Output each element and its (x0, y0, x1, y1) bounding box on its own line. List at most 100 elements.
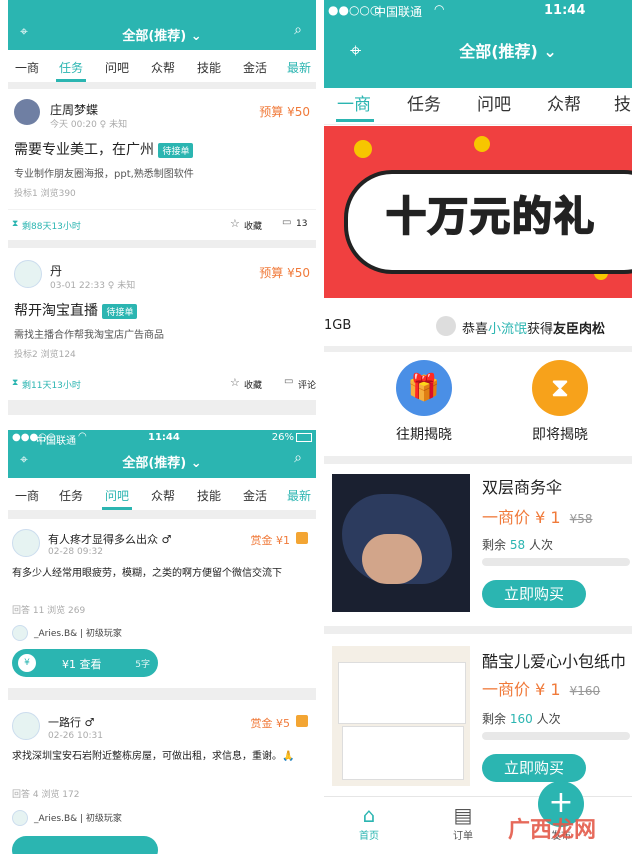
separator (8, 240, 316, 248)
tab-skill[interactable]: 技能 (194, 59, 224, 76)
comment-icon[interactable]: ▭ (284, 376, 293, 387)
location-icon[interactable]: ⌖ (350, 38, 361, 62)
question-card[interactable]: 一路行 ♂ 02-26 10:31 赏金 ¥5 求找深圳宝安石岩附近整栋房屋，可… (8, 700, 316, 854)
separator (8, 511, 316, 519)
nav-bar: ●●●○○ 中国联通 ◠ 11:44 26% ⌖ 全部(推荐) ⌄ ⌕ (8, 430, 316, 478)
chevron-down-icon: ⌄ (543, 42, 557, 61)
category-tabs: 一商 任务 问吧 众帮 技 (324, 88, 632, 125)
wifi-icon: ◠ (434, 2, 445, 16)
nav-title-text: 全部(推荐) (122, 29, 187, 44)
document-icon: ▤ (453, 803, 473, 827)
tab-skill[interactable]: 技能 (194, 487, 224, 504)
avatar (12, 529, 40, 557)
tab-zhongbang[interactable]: 众帮 (148, 487, 178, 504)
tab-yishang[interactable]: 一商 (12, 59, 42, 76)
product-card[interactable]: 双层商务伞 一商价 ¥ 1 ¥58 剩余 58 人次 立即购买 (324, 464, 632, 624)
upcoming-reveal-button[interactable]: ⧗ 即将揭晓 (520, 360, 600, 450)
tab-jinhuo[interactable]: 金活 (240, 487, 270, 504)
hourglass-icon: ⧗ (12, 378, 19, 388)
view-answer-button[interactable] (12, 836, 158, 854)
past-reveal-label: 往期揭晓 (396, 427, 452, 443)
nav-home[interactable]: ⌂ 首页 (344, 803, 394, 851)
nav-title[interactable]: 全部(推荐) ⌄ (8, 25, 316, 44)
category-tabs: 一商 任务 问吧 众帮 技能 金活 最新 (8, 50, 316, 83)
nav-title-text: 全部(推荐) (122, 456, 187, 471)
tab-yishang[interactable]: 一商 (334, 90, 374, 115)
tab-task[interactable]: 任务 (404, 90, 444, 115)
tab-wenba[interactable]: 问吧 (474, 90, 514, 115)
tab-zhongbang[interactable]: 众帮 (148, 59, 178, 76)
separator (8, 400, 316, 415)
nav-title[interactable]: 全部(推荐) ⌄ (8, 452, 316, 471)
separator (324, 456, 632, 464)
search-icon[interactable]: ⌕ (294, 450, 302, 466)
time-remaining: 剩11天13小时 (22, 381, 81, 391)
tissue-box-shape (338, 662, 466, 724)
battery-label: 26% (271, 432, 294, 443)
search-icon[interactable]: ⌕ (294, 22, 302, 38)
task-stats: 投标2 浏览124 (14, 350, 76, 360)
tab-latest[interactable]: 最新 (284, 487, 314, 504)
task-footer: ⧗ 剩88天13小时 ☆ 收藏 ▭ 13 (8, 209, 316, 238)
avatar (14, 260, 42, 288)
status-bar: ●●○○○ 中国联通 ◠ 11:44 (324, 0, 632, 22)
product-name[interactable]: 双层商务伞 (482, 474, 562, 498)
gift-icon: 🎁 (396, 360, 452, 416)
nav-title-text: 全部(推荐) (459, 42, 538, 61)
promo-banner[interactable]: 十万元的礼 (324, 126, 632, 298)
status-badge: 待接单 (102, 304, 138, 319)
past-reveal-button[interactable]: 🎁 往期揭晓 (384, 360, 464, 450)
marquee-verb: 获得 (527, 322, 554, 337)
signal-icon: ●●○○○ (328, 3, 381, 17)
product-name[interactable]: 酷宝儿爱心小包纸巾 (482, 648, 626, 672)
tab-skill[interactable]: 技 (614, 90, 632, 115)
hourglass-icon: ⧗ (532, 360, 588, 416)
medal-icon (296, 715, 308, 727)
comment-icon[interactable]: ▭ (282, 217, 291, 228)
favorite-button[interactable]: 收藏 (244, 378, 262, 391)
tab-zhongbang[interactable]: 众帮 (544, 90, 584, 115)
tab-jinhuo[interactable]: 金活 (240, 59, 270, 76)
active-tab-underline (102, 507, 132, 510)
tab-latest[interactable]: 最新 (284, 59, 314, 76)
task-card[interactable]: 庄周梦蝶 今天 00:20 ♀ 未知 预算 ¥50 需要专业美工，在广州 待接单… (8, 89, 316, 239)
task-card[interactable]: 丹 03-01 22:33 ♀ 未知 预算 ¥50 帮开淘宝直播 待接单 需找主… (8, 248, 316, 398)
avatar (14, 99, 40, 125)
budget-label: 预算 ¥50 (259, 266, 310, 280)
comment-count[interactable]: 13 (296, 219, 307, 229)
nav-home-label: 首页 (359, 831, 379, 842)
tab-wenba[interactable]: 问吧 (102, 487, 132, 504)
comment-button[interactable]: 评论 (298, 378, 316, 391)
medal-icon (296, 532, 308, 544)
nav-title[interactable]: 全部(推荐) ⌄ (384, 38, 632, 62)
user-name[interactable]: 庄周梦蝶 (50, 101, 98, 118)
user-name[interactable]: 一路行 ♂ (48, 714, 94, 730)
answerer-name[interactable]: _Aries.B& | 初级玩家 (34, 626, 122, 639)
tab-task[interactable]: 任务 (56, 487, 86, 504)
task-title-row: 需要专业美工，在广州 待接单 (14, 139, 194, 159)
tab-task[interactable]: 任务 (56, 59, 86, 76)
product-image[interactable] (332, 646, 470, 786)
winner-marquee[interactable]: 1GB 恭喜小流氓获得友臣肉松 (324, 308, 632, 346)
nav-orders[interactable]: ▤ 订单 (438, 803, 488, 851)
buy-now-button[interactable]: 立即购买 (482, 754, 586, 782)
tab-wenba[interactable]: 问吧 (102, 59, 132, 76)
buy-now-button[interactable]: 立即购买 (482, 580, 586, 608)
product-card[interactable]: 酷宝儿爱心小包纸巾 一商价 ¥ 1 ¥160 剩余 160 人次 立即购买 (324, 634, 632, 794)
task-desc: 需找主播合作帮我淘宝店广告商品 (14, 330, 164, 341)
star-icon[interactable]: ☆ (230, 376, 240, 389)
product-image[interactable] (332, 474, 470, 612)
star-icon[interactable]: ☆ (230, 217, 240, 230)
question-card[interactable]: 有人疼才显得多么出众 ♂ 02-28 09:32 赏金 ¥1 有多少人经常用眼疲… (8, 519, 316, 684)
user-name[interactable]: 丹 (50, 262, 62, 279)
favorite-button[interactable]: 收藏 (244, 219, 262, 232)
active-tab-underline (56, 79, 86, 82)
price-label: 一商价 ¥ 1 (482, 508, 561, 527)
answerer-name[interactable]: _Aries.B& | 初级玩家 (34, 811, 122, 824)
task-panel: ⌖ 全部(推荐) ⌄ ⌕ 一商 任务 问吧 众帮 技能 金活 最新 庄周梦蝶 今… (8, 0, 316, 415)
winner-name: 小流氓 (488, 322, 528, 337)
view-answer-button[interactable]: ¥ ¥1 查看 5字 (12, 649, 158, 677)
tab-yishang[interactable]: 一商 (12, 487, 42, 504)
user-name[interactable]: 有人疼才显得多么出众 ♂ (48, 531, 171, 547)
marquee-prefix: 恭喜 (462, 322, 489, 337)
